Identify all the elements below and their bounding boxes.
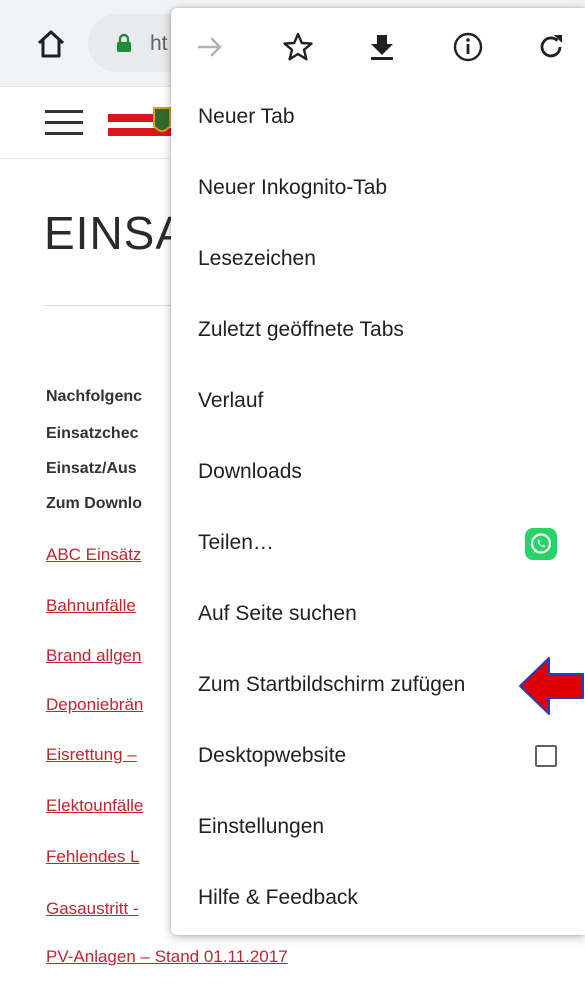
menu-item-find-in-page[interactable]: Auf Seite suchen: [171, 581, 585, 647]
menu-item-share[interactable]: Teilen…: [171, 510, 585, 576]
document-link[interactable]: ABC Einsätz: [46, 545, 141, 565]
menu-item-label: Neuer Tab: [198, 105, 295, 128]
menu-item-label: Neuer Inkognito-Tab: [198, 176, 388, 199]
hamburger-menu-icon[interactable]: [45, 110, 83, 136]
document-link[interactable]: Fehlendes L: [46, 847, 140, 867]
document-link[interactable]: Gasaustritt -: [46, 899, 139, 919]
menu-item-label: Auf Seite suchen: [198, 602, 357, 625]
page-title: EINSA: [44, 207, 188, 259]
menu-item-label: Hilfe & Feedback: [198, 886, 358, 909]
document-link[interactable]: Deponiebrän: [46, 695, 143, 715]
menu-item-label: Desktopwebsite: [198, 744, 347, 767]
intro-text-line: Einsatz/Aus: [46, 460, 137, 477]
intro-text-line: Zum Downlo: [46, 495, 142, 512]
forward-icon[interactable]: [193, 30, 227, 64]
reload-icon[interactable]: [534, 30, 568, 64]
menu-item-label: Verlauf: [198, 389, 264, 412]
menu-item-label: Zum Startbildschirm zufügen: [198, 673, 466, 696]
document-link[interactable]: Elektounfälle: [46, 796, 143, 816]
menu-item-label: Zuletzt geöffnete Tabs: [198, 318, 404, 341]
menu-item-settings[interactable]: Einstellungen: [171, 794, 585, 860]
document-link[interactable]: Brand allgen: [46, 646, 141, 666]
desktop-site-checkbox[interactable]: [535, 745, 557, 767]
browser-overflow-menu: Neuer Tab Neuer Inkognito-Tab Lesezeiche…: [171, 8, 585, 935]
home-icon[interactable]: [33, 26, 69, 62]
title-divider: [44, 305, 184, 306]
url-text: ht: [150, 32, 168, 55]
download-icon[interactable]: [365, 30, 399, 64]
menu-item-label: Lesezeichen: [198, 247, 316, 270]
menu-item-desktop-site[interactable]: Desktopwebsite: [171, 723, 585, 789]
menu-item-history[interactable]: Verlauf: [171, 368, 585, 434]
lock-icon: [114, 33, 134, 53]
menu-action-row: [171, 8, 585, 86]
menu-item-help-feedback[interactable]: Hilfe & Feedback: [171, 865, 585, 931]
menu-item-downloads[interactable]: Downloads: [171, 439, 585, 505]
menu-item-recent-tabs[interactable]: Zuletzt geöffnete Tabs: [171, 297, 585, 363]
document-link[interactable]: Bahnunfälle: [46, 596, 136, 616]
menu-item-label: Teilen…: [198, 531, 274, 554]
menu-item-new-incognito-tab[interactable]: Neuer Inkognito-Tab: [171, 155, 585, 221]
menu-item-label: Einstellungen: [198, 815, 325, 838]
site-logo[interactable]: [108, 106, 174, 140]
menu-item-bookmarks[interactable]: Lesezeichen: [171, 226, 585, 292]
menu-item-new-tab[interactable]: Neuer Tab: [171, 84, 585, 150]
menu-item-label: Downloads: [198, 460, 302, 483]
intro-text-line: Nachfolgenc: [46, 388, 143, 405]
info-icon[interactable]: [451, 30, 485, 64]
whatsapp-icon[interactable]: [525, 528, 557, 560]
annotation-arrow-icon: [517, 654, 585, 718]
document-link[interactable]: Eisrettung –: [46, 745, 137, 765]
bookmark-star-icon[interactable]: [281, 30, 315, 64]
document-link[interactable]: PV-Anlagen – Stand 01.11.2017: [46, 947, 288, 967]
intro-text-line: Einsatzchec: [46, 425, 139, 442]
